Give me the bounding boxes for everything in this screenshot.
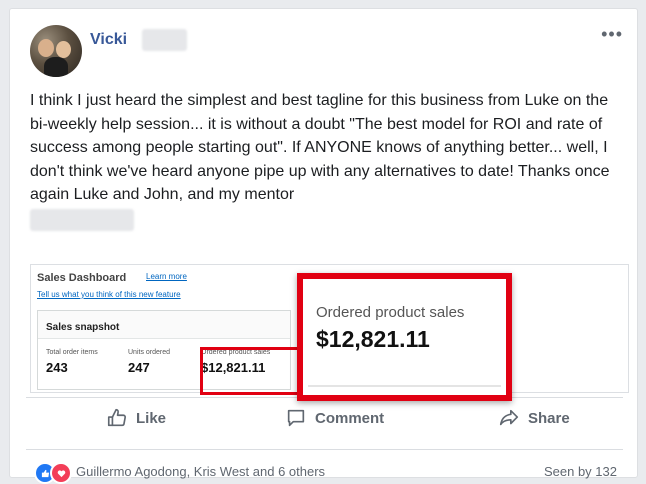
attached-image[interactable]: Sales Dashboard Learn more Tell us what … — [30, 264, 629, 401]
love-reaction-icon — [50, 462, 72, 484]
reaction-icons[interactable] — [34, 462, 72, 484]
zoomed-sales-callout: Ordered product sales $12,821.11 — [297, 273, 512, 401]
metric-label: Units ordered — [128, 349, 171, 356]
redacted-mentor-name — [30, 209, 134, 231]
comment-label: Comment — [315, 409, 385, 427]
reactors-summary[interactable]: Guillermo Agodong, Kris West and 6 other… — [76, 464, 325, 479]
dashboard-title: Sales Dashboard — [37, 272, 127, 284]
author-avatar[interactable] — [30, 25, 82, 77]
author-name[interactable]: Vicki — [90, 31, 127, 49]
avatar-person-2 — [56, 41, 71, 58]
avatar-dog — [44, 57, 68, 77]
metric-units-ordered: Units ordered 247 — [128, 349, 170, 375]
metric-label: Total order items — [46, 349, 98, 356]
avatar-person-1 — [38, 39, 54, 57]
share-arrow-icon — [499, 409, 519, 426]
like-button[interactable]: Like — [106, 406, 166, 430]
metric-value: 243 — [46, 360, 68, 375]
comment-button[interactable]: Comment — [285, 406, 384, 430]
post-actions-bar: Like Comment Share — [26, 397, 623, 434]
like-label: Like — [136, 409, 167, 427]
redacted-surname — [142, 29, 187, 51]
share-label: Share — [528, 409, 570, 427]
learn-more-link: Learn more — [146, 272, 187, 281]
post-card: Vicki ••• I think I just heard the simpl… — [9, 8, 638, 484]
post-footer: Guillermo Agodong, Kris West and 6 other… — [26, 449, 623, 484]
callout-value: $12,821.11 — [316, 326, 430, 352]
metric-total-order-items: Total order items 243 — [46, 349, 98, 375]
seen-by-count[interactable]: Seen by 132 — [544, 464, 617, 479]
thumbs-up-icon — [107, 408, 127, 427]
callout-label: Ordered product sales — [316, 304, 465, 321]
metric-value: 247 — [128, 360, 150, 375]
share-button[interactable]: Share — [498, 406, 570, 430]
comment-icon — [287, 409, 305, 427]
post-text: I think I just heard the simplest and be… — [30, 92, 610, 203]
feedback-link: Tell us what you think of this new featu… — [37, 290, 181, 299]
callout-inner: Ordered product sales $12,821.11 — [308, 284, 501, 387]
highlight-box — [200, 347, 300, 395]
snapshot-title: Sales snapshot — [38, 311, 290, 339]
more-options-icon[interactable]: ••• — [601, 24, 623, 45]
